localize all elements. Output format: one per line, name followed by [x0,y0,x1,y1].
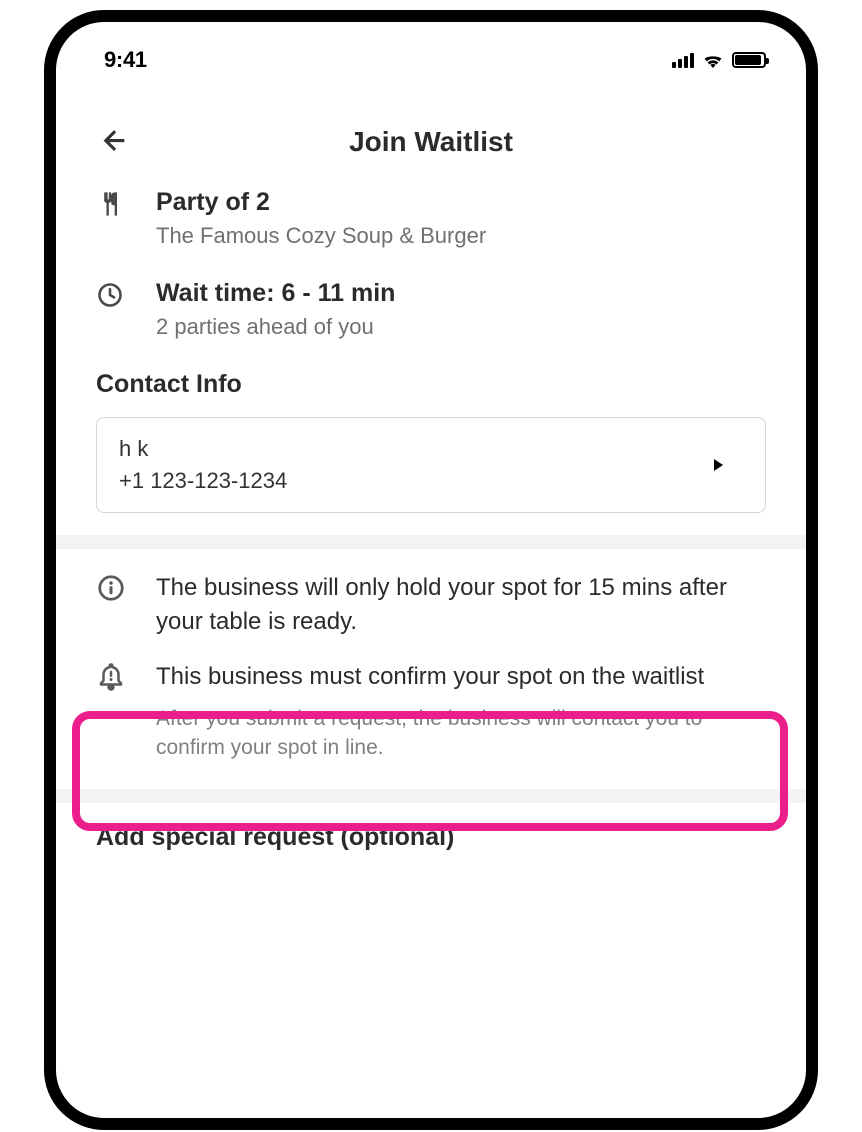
wait-time: Wait time: 6 - 11 min [156,279,395,308]
section-divider [56,789,806,803]
confirm-notice-body: This business must confirm your spot on … [156,660,766,762]
party-row: Party of 2 The Famous Cozy Soup & Burger [96,188,766,249]
arrow-left-icon [99,126,129,156]
confirm-notice-title: This business must confirm your spot on … [156,660,766,694]
party-size: Party of 2 [156,188,486,217]
status-time: 9:41 [104,47,147,73]
device-frame: 9:41 Join Waitlist Party of 2 The [44,10,818,1130]
special-request-heading: Add special request (optional) [56,803,806,852]
notices-section: The business will only hold your spot fo… [56,549,806,789]
waitlist-summary: Party of 2 The Famous Cozy Soup & Burger… [56,188,806,513]
back-button[interactable] [96,123,132,159]
hold-notice-row: The business will only hold your spot fo… [96,571,766,638]
confirm-notice-sub: After you submit a request, the business… [156,704,766,763]
status-bar: 9:41 [56,22,806,86]
nav-header: Join Waitlist [56,86,806,188]
caret-right-icon [714,459,723,471]
bell-alert-icon [96,660,128,692]
battery-icon [732,52,766,68]
info-icon [96,571,128,603]
page-title: Join Waitlist [349,126,513,158]
status-indicators [672,52,766,68]
wait-row: Wait time: 6 - 11 min 2 parties ahead of… [96,279,766,340]
wifi-icon [702,52,724,68]
venue-name: The Famous Cozy Soup & Burger [156,223,486,249]
parties-ahead: 2 parties ahead of you [156,314,395,340]
contact-name: h k [119,436,287,462]
party-text: Party of 2 The Famous Cozy Soup & Burger [156,188,486,249]
contact-phone: +1 123-123-1234 [119,468,287,494]
contact-heading: Contact Info [96,370,766,399]
clock-icon [96,279,128,309]
hold-notice-text: The business will only hold your spot fo… [156,571,766,638]
section-divider [56,535,806,549]
wait-text: Wait time: 6 - 11 min 2 parties ahead of… [156,279,395,340]
contact-card[interactable]: h k +1 123-123-1234 [96,417,766,513]
cellular-icon [672,52,694,68]
utensils-icon [96,188,128,218]
confirm-notice-row: This business must confirm your spot on … [96,660,766,762]
contact-details: h k +1 123-123-1234 [119,436,287,494]
